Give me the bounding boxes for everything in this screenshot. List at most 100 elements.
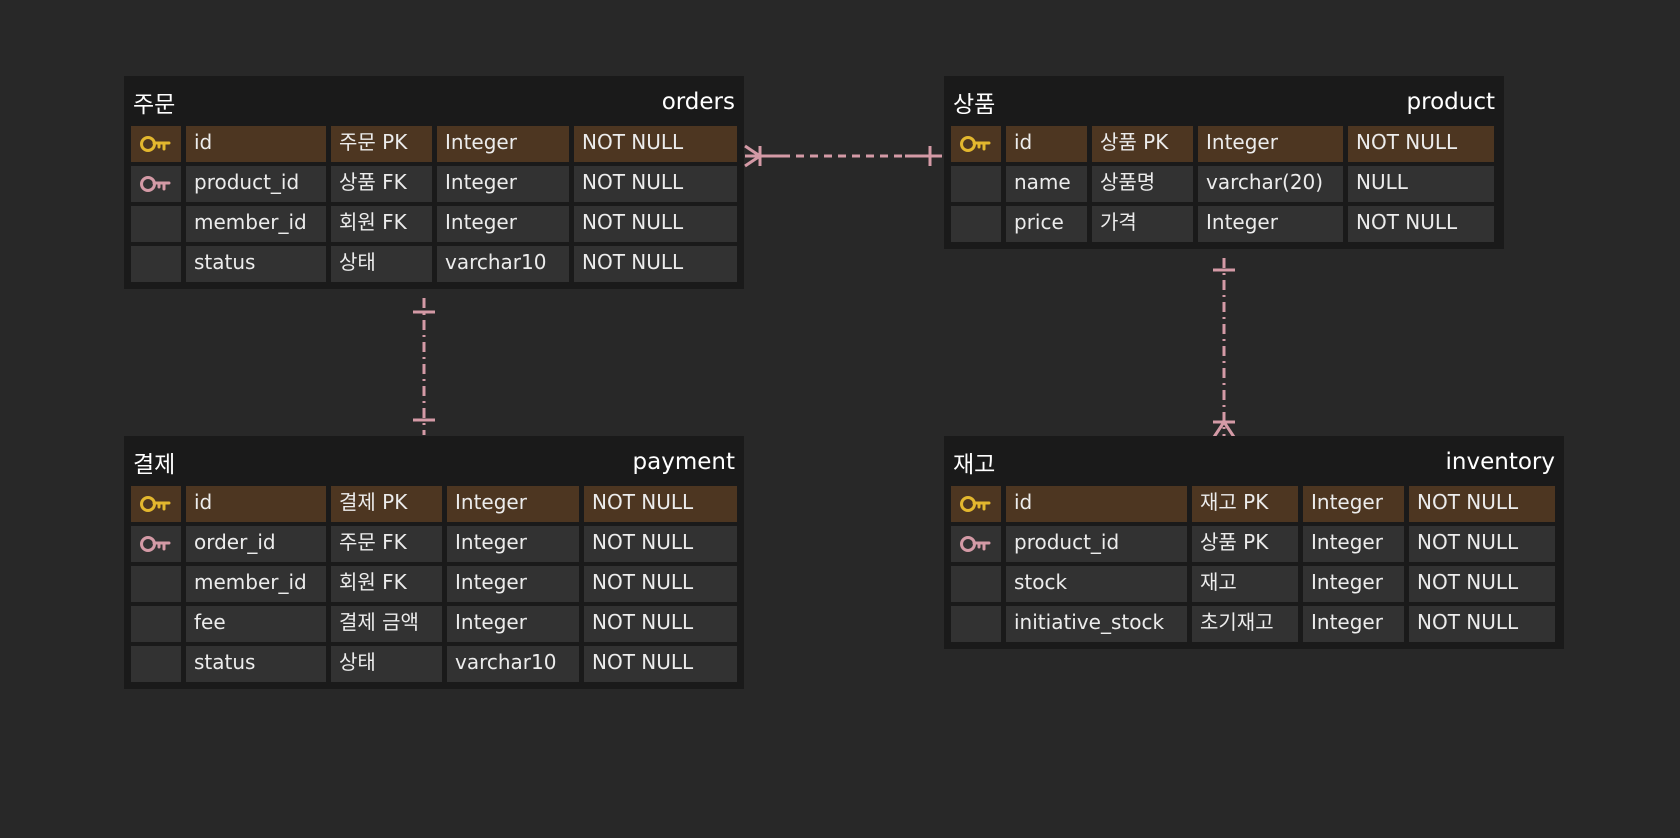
column-comment: 결제 금액 <box>331 606 442 642</box>
table-inventory-header[interactable]: 재고 inventory <box>944 436 1564 486</box>
column-nullable: NOT NULL <box>584 566 737 602</box>
column-name: product_id <box>1006 526 1187 562</box>
column-type: Integer <box>437 206 569 242</box>
key-cell <box>131 526 181 562</box>
key-cell <box>131 606 181 642</box>
column-row-product-id[interactable]: id 상품 PK Integer NOT NULL <box>951 126 1497 162</box>
relation-orders-product[interactable] <box>744 144 942 168</box>
table-orders-header[interactable]: 주문 orders <box>124 76 744 126</box>
column-comment: 상품 FK <box>331 166 432 202</box>
column-type: varchar10 <box>437 246 569 282</box>
column-nullable: NOT NULL <box>1409 606 1555 642</box>
column-type: Integer <box>447 486 579 522</box>
crowfoot-orders-bottom <box>744 154 761 168</box>
column-row-inventory-product_id[interactable]: product_id 상품 PK Integer NOT NULL <box>951 526 1557 562</box>
table-orders-logical-name: 주문 <box>133 92 176 118</box>
column-comment: 주문 PK <box>331 126 432 162</box>
column-type: Integer <box>437 166 569 202</box>
fk-key-icon <box>140 176 171 192</box>
column-row-payment-status[interactable]: status 상태 varchar10 NOT NULL <box>131 646 737 682</box>
pk-key-icon <box>960 136 991 152</box>
column-nullable: NOT NULL <box>574 126 737 162</box>
column-name: member_id <box>186 206 326 242</box>
column-nullable: NOT NULL <box>584 606 737 642</box>
column-nullable: NOT NULL <box>1409 486 1555 522</box>
pk-key-icon <box>140 136 171 152</box>
column-row-orders-member_id[interactable]: member_id 회원 FK Integer NOT NULL <box>131 206 737 242</box>
table-payment-header[interactable]: 결제 payment <box>124 436 744 486</box>
table-payment-columns: id 결제 PK Integer NOT NULL order_id 주문 FK Integ… <box>124 486 744 689</box>
column-type: varchar10 <box>447 646 579 682</box>
column-comment: 상태 <box>331 646 442 682</box>
column-type: Integer <box>1303 566 1404 602</box>
relation-orders-payment[interactable] <box>413 298 435 435</box>
column-name: name <box>1006 166 1087 202</box>
column-type: varchar(20) <box>1198 166 1343 202</box>
column-type: Integer <box>1303 526 1404 562</box>
table-product-columns: id 상품 PK Integer NOT NULL name 상품명 varchar(20)… <box>944 126 1504 249</box>
key-cell <box>951 526 1001 562</box>
column-type: Integer <box>447 566 579 602</box>
column-comment: 재고 <box>1192 566 1298 602</box>
table-payment-logical-name: 결제 <box>133 452 176 478</box>
column-name: product_id <box>186 166 326 202</box>
column-name: fee <box>186 606 326 642</box>
column-comment: 초기재고 <box>1192 606 1298 642</box>
column-name: member_id <box>186 566 326 602</box>
column-name: status <box>186 246 326 282</box>
column-name: id <box>1006 126 1087 162</box>
key-cell <box>131 246 181 282</box>
column-name: stock <box>1006 566 1187 602</box>
column-row-payment-id[interactable]: id 결제 PK Integer NOT NULL <box>131 486 737 522</box>
column-comment: 상품명 <box>1092 166 1193 202</box>
key-cell <box>951 566 1001 602</box>
column-row-payment-order_id[interactable]: order_id 주문 FK Integer NOT NULL <box>131 526 737 562</box>
table-inventory[interactable]: 재고 inventory id 재고 PK Integer NOT NULL produ… <box>944 436 1564 649</box>
column-row-inventory-initiative_stock[interactable]: initiative_stock 초기재고 Integer NOT NULL <box>951 606 1557 642</box>
column-nullable: NOT NULL <box>1409 526 1555 562</box>
column-nullable: NOT NULL <box>1409 566 1555 602</box>
column-type: Integer <box>437 126 569 162</box>
column-type: Integer <box>447 606 579 642</box>
column-comment: 회원 FK <box>331 566 442 602</box>
column-name: order_id <box>186 526 326 562</box>
column-row-orders-product_id[interactable]: product_id 상품 FK Integer NOT NULL <box>131 166 737 202</box>
column-type: Integer <box>1198 126 1343 162</box>
column-row-product-name[interactable]: name 상품명 varchar(20) NULL <box>951 166 1497 202</box>
crowfoot-inventory-right <box>1222 421 1236 438</box>
column-nullable: NOT NULL <box>574 206 737 242</box>
column-row-inventory-stock[interactable]: stock 재고 Integer NOT NULL <box>951 566 1557 602</box>
fk-key-icon <box>140 536 171 552</box>
column-row-payment-fee[interactable]: fee 결제 금액 Integer NOT NULL <box>131 606 737 642</box>
key-cell <box>131 566 181 602</box>
table-payment[interactable]: 결제 payment id 결제 PK Integer NOT NULL order_i… <box>124 436 744 689</box>
table-product[interactable]: 상품 product id 상품 PK Integer NOT NULL name 상품명… <box>944 76 1504 249</box>
column-nullable: NOT NULL <box>584 526 737 562</box>
crowfoot-inventory-left <box>1212 421 1226 438</box>
column-nullable: NOT NULL <box>1348 126 1494 162</box>
column-row-orders-status[interactable]: status 상태 varchar10 NOT NULL <box>131 246 737 282</box>
column-comment: 결제 PK <box>331 486 442 522</box>
column-comment: 상태 <box>331 246 432 282</box>
column-name: status <box>186 646 326 682</box>
key-cell <box>951 166 1001 202</box>
table-payment-physical-name: payment <box>632 449 735 475</box>
column-comment: 주문 FK <box>331 526 442 562</box>
column-name: price <box>1006 206 1087 242</box>
key-cell <box>131 126 181 162</box>
key-cell <box>131 166 181 202</box>
table-product-header[interactable]: 상품 product <box>944 76 1504 126</box>
column-row-product-price[interactable]: price 가격 Integer NOT NULL <box>951 206 1497 242</box>
table-orders[interactable]: 주문 orders id 주문 PK Integer NOT NULL product_… <box>124 76 744 289</box>
column-type: Integer <box>447 526 579 562</box>
column-nullable: NOT NULL <box>1348 206 1494 242</box>
column-name: id <box>186 486 326 522</box>
crowfoot-orders-top <box>744 144 761 158</box>
column-row-payment-member_id[interactable]: member_id 회원 FK Integer NOT NULL <box>131 566 737 602</box>
column-row-orders-id[interactable]: id 주문 PK Integer NOT NULL <box>131 126 737 162</box>
relation-product-inventory[interactable] <box>1212 258 1236 438</box>
column-name: id <box>1006 486 1187 522</box>
column-type: Integer <box>1303 606 1404 642</box>
table-inventory-logical-name: 재고 <box>953 452 996 478</box>
column-row-inventory-id[interactable]: id 재고 PK Integer NOT NULL <box>951 486 1557 522</box>
